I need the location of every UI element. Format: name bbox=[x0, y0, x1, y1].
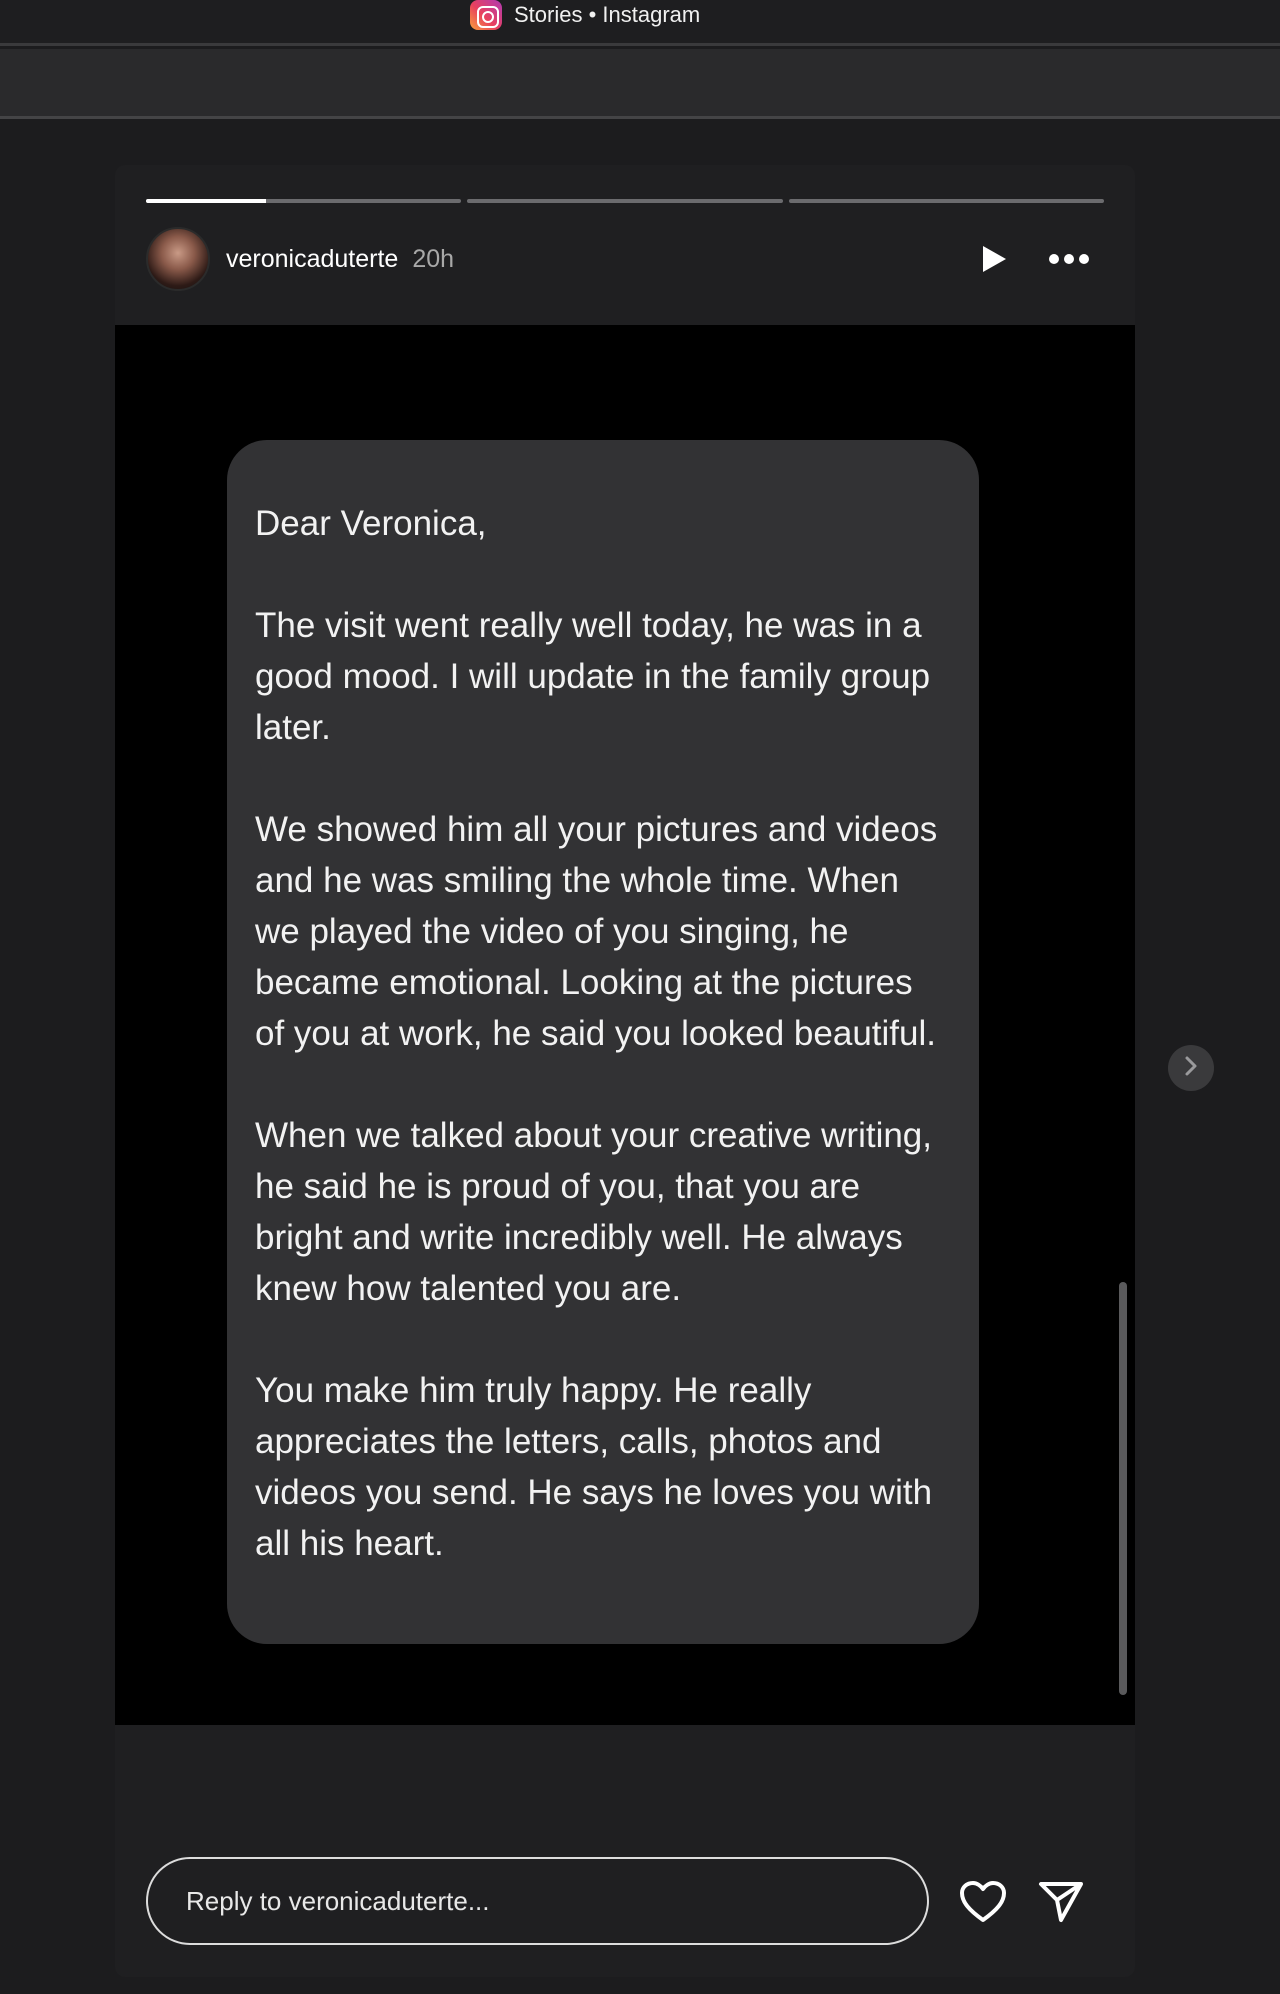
progress-fill bbox=[146, 199, 266, 203]
note-paragraph: The visit went really well today, he was… bbox=[255, 606, 931, 747]
send-icon[interactable] bbox=[1037, 1880, 1085, 1929]
username[interactable]: veronicaduterte bbox=[226, 245, 398, 274]
next-story-button[interactable] bbox=[1168, 1045, 1214, 1091]
note-paragraph: When we talked about your creative writi… bbox=[255, 1116, 932, 1308]
avatar[interactable] bbox=[146, 227, 210, 291]
instagram-icon bbox=[470, 0, 502, 30]
window-title-group: Stories • Instagram bbox=[470, 0, 700, 30]
progress-segment bbox=[467, 199, 783, 203]
reply-field[interactable] bbox=[146, 1857, 929, 1945]
story-timestamp: 20h bbox=[412, 244, 455, 273]
browser-toolbar bbox=[0, 49, 1280, 119]
story-viewer: veronicaduterte 20h Dear Veronica, The v… bbox=[115, 165, 1135, 1977]
note-paragraph: We showed him all your pictures and vide… bbox=[255, 810, 938, 1053]
window-titlebar: Stories • Instagram bbox=[0, 0, 1280, 46]
more-icon[interactable] bbox=[1048, 253, 1090, 265]
progress-segment bbox=[146, 199, 462, 203]
progress-segment bbox=[788, 199, 1104, 203]
story-content[interactable]: Dear Veronica, The visit went really wel… bbox=[115, 325, 1135, 1725]
reply-input[interactable] bbox=[186, 1885, 927, 1917]
window-title: Stories • Instagram bbox=[514, 2, 701, 27]
heart-icon[interactable] bbox=[959, 1880, 1007, 1929]
note-card: Dear Veronica, The visit went really wel… bbox=[227, 440, 979, 1644]
note-paragraph: You make him truly happy. He really appr… bbox=[255, 1371, 933, 1563]
chevron-right-icon bbox=[1182, 1055, 1200, 1082]
play-icon[interactable] bbox=[980, 244, 1008, 274]
header-actions bbox=[980, 244, 1090, 274]
story-progress bbox=[146, 199, 1104, 203]
note-paragraph: Dear Veronica, bbox=[255, 504, 487, 543]
story-header: veronicaduterte 20h bbox=[146, 227, 1104, 291]
scrollbar[interactable] bbox=[1119, 1282, 1127, 1695]
